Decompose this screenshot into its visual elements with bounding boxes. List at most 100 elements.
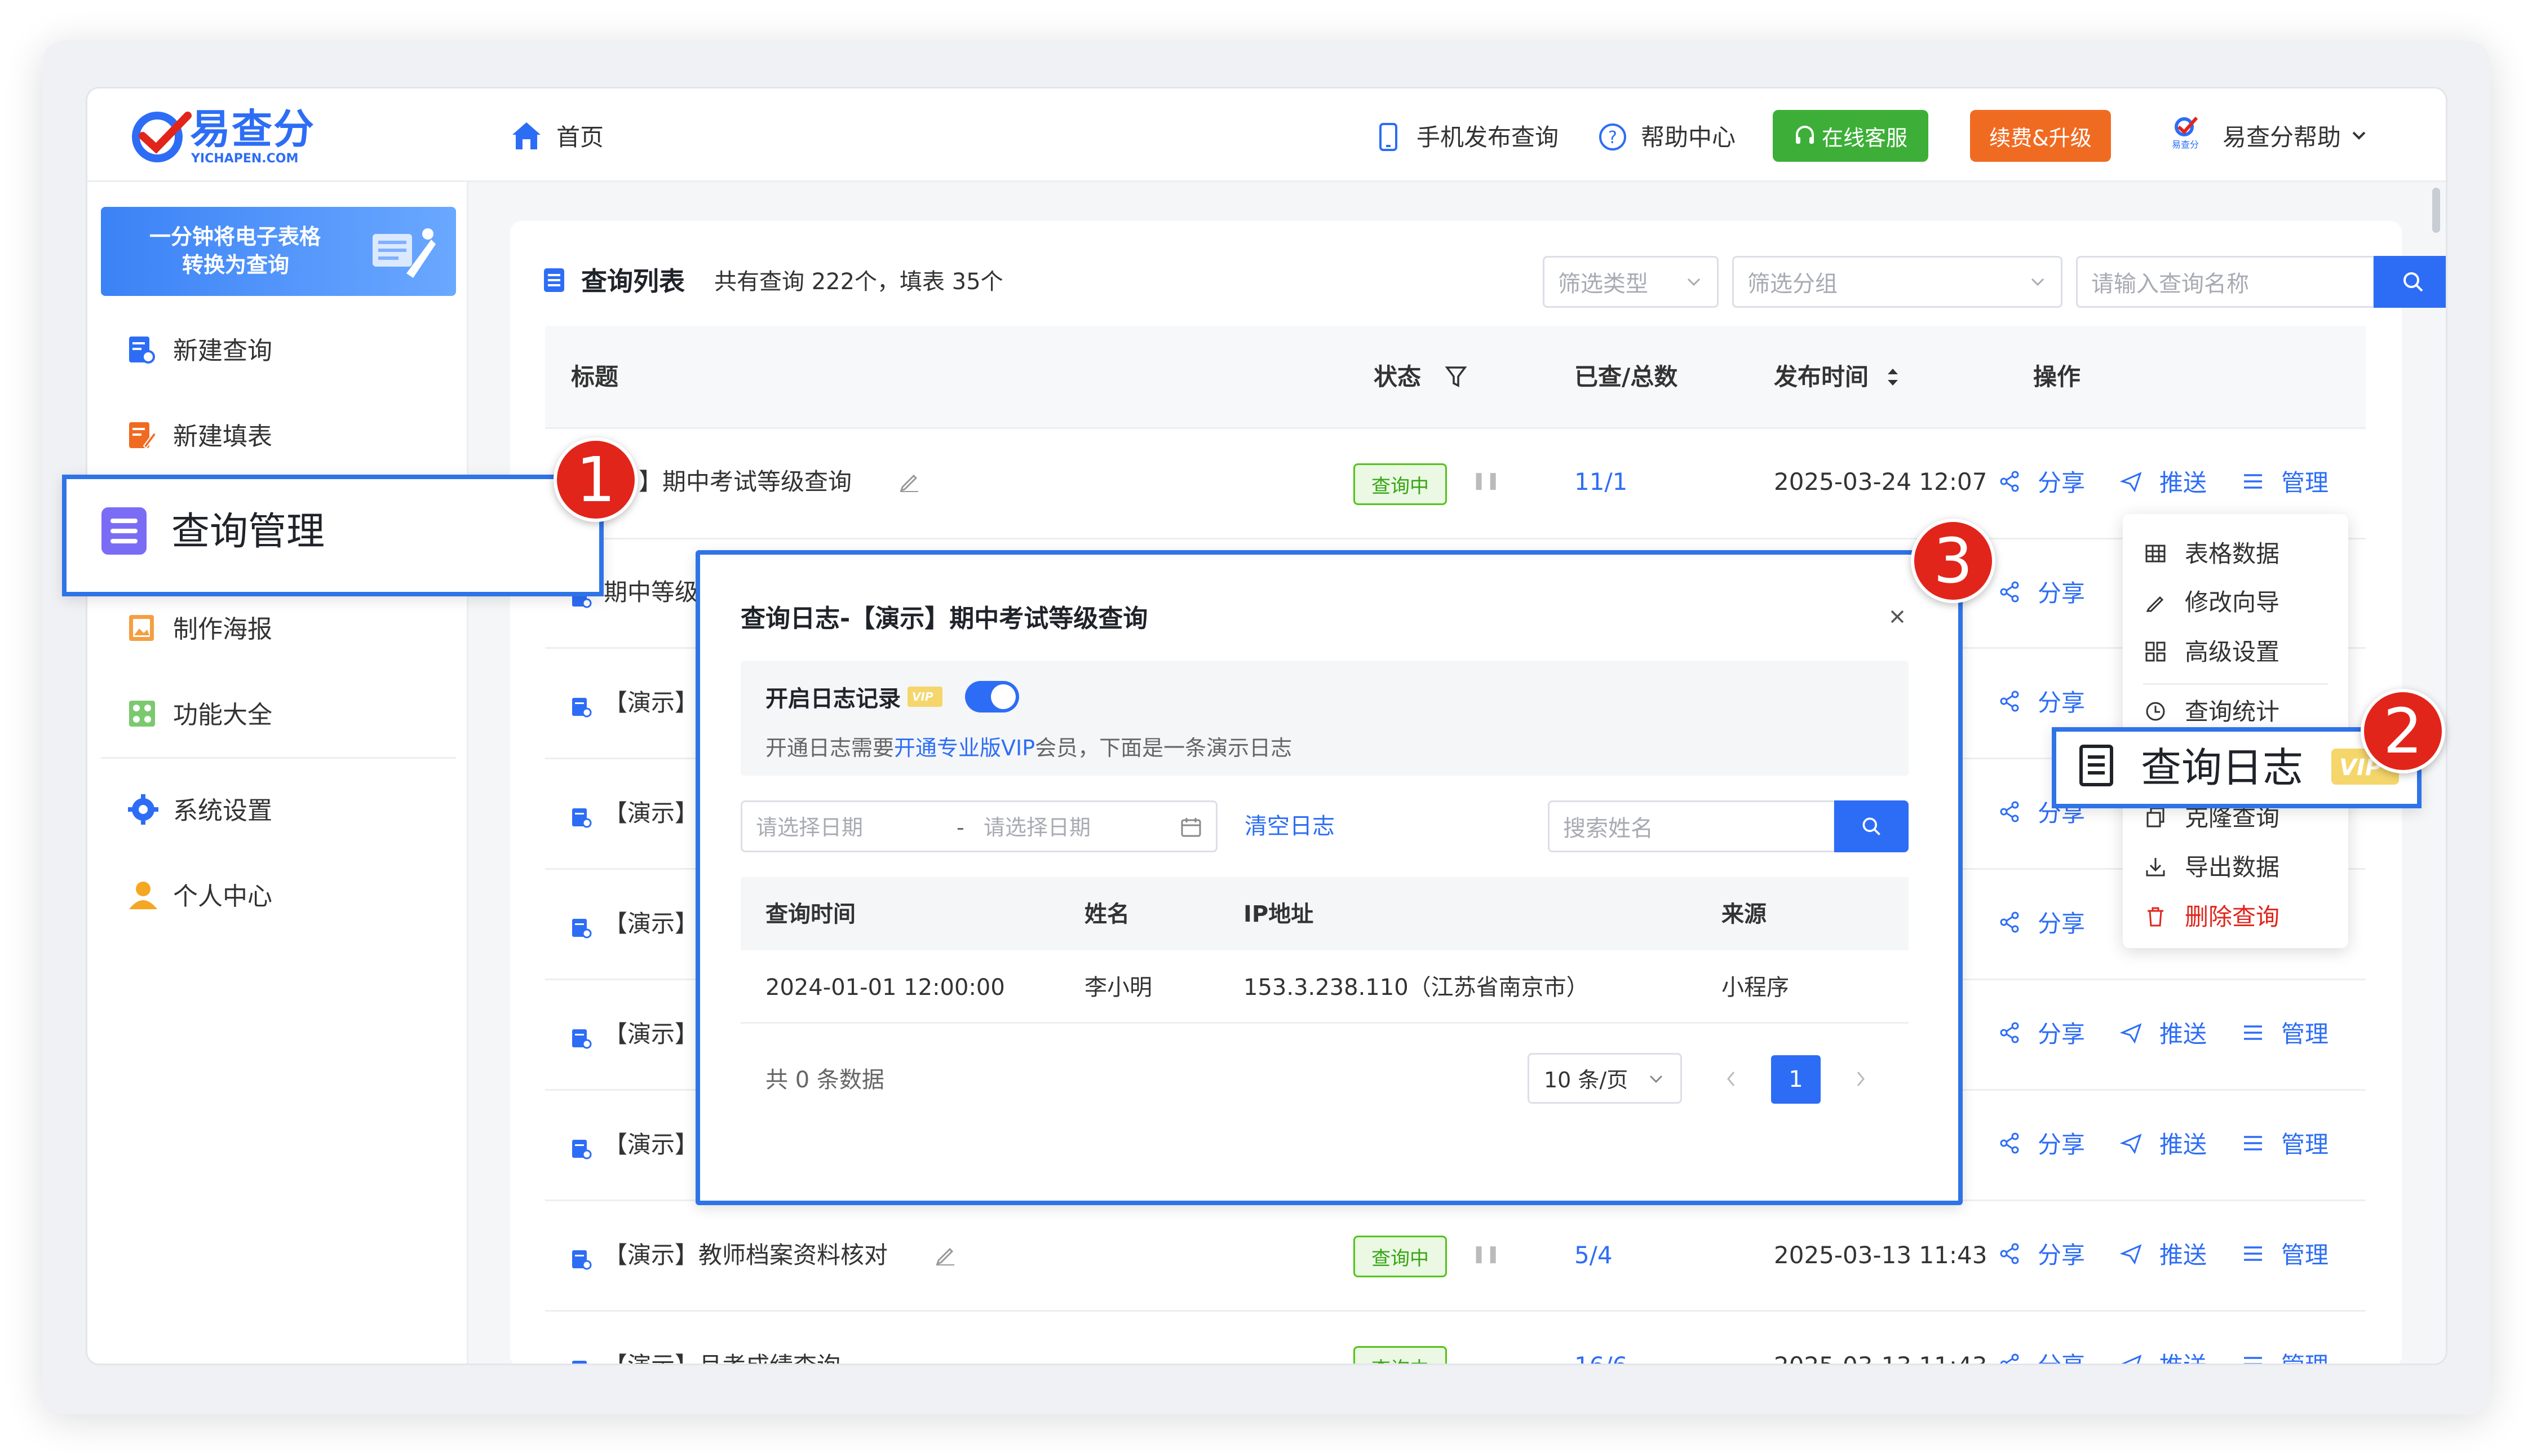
row-count[interactable]: 11/1 — [1574, 470, 1627, 494]
download-icon — [2146, 858, 2165, 877]
scrollbar-thumb[interactable] — [2432, 188, 2440, 233]
share-link[interactable]: 分享 — [1998, 687, 2111, 718]
clear-log-link[interactable]: 清空日志 — [1245, 815, 1335, 838]
menu-item-label: 修改向导 — [2185, 588, 2280, 616]
sort-icon[interactable] — [1884, 364, 1901, 390]
row-title[interactable]: 【演示】教师档案资料核对 — [604, 1243, 888, 1267]
share-link[interactable]: 分享 — [1998, 1239, 2111, 1271]
page-button-current[interactable]: 1 — [1771, 1055, 1821, 1104]
menu-item-table-data[interactable]: 表格数据 — [2123, 529, 2348, 577]
sidebar-item-label: 新建查询 — [173, 337, 272, 365]
mobile-publish-label: 手机发布查询 — [1416, 123, 1559, 151]
share-icon — [1998, 1021, 2021, 1044]
share-icon — [1998, 470, 2021, 493]
menu-item-label: 查询日志 — [2141, 744, 2304, 791]
enable-log-toggle[interactable] — [965, 681, 1019, 712]
menu-item-export-data[interactable]: 导出数据 — [2123, 842, 2348, 891]
push-link[interactable]: 推送 — [2119, 1239, 2233, 1271]
sidebar-item-query-manage[interactable]: 查询管理 — [62, 475, 604, 596]
edit-icon[interactable] — [898, 470, 920, 493]
share-link[interactable]: 分享 — [1998, 467, 2111, 498]
menu-lines-icon — [2242, 1132, 2264, 1154]
query-doc-icon — [572, 1029, 592, 1049]
callout-badge-3: 3 — [1911, 519, 1995, 603]
log-time: 2024-01-01 12:00:00 — [765, 975, 1005, 1001]
name-search-input[interactable]: 搜索姓名 — [1548, 800, 1835, 852]
page-size-select[interactable]: 10 条/页 — [1528, 1053, 1682, 1104]
row-title[interactable]: 【演示】 — [604, 802, 698, 825]
row-title[interactable]: 期中等级 — [604, 581, 698, 604]
svg-text:?: ? — [1608, 128, 1617, 148]
manage-link[interactable]: 管理 — [2242, 467, 2354, 498]
send-icon — [2120, 1353, 2143, 1364]
grid-small-icon — [2145, 641, 2166, 662]
manage-link[interactable]: 管理 — [2242, 1018, 2354, 1050]
chevron-right-icon[interactable] — [1852, 1069, 1869, 1089]
menu-item-delete-query[interactable]: 删除查询 — [2123, 892, 2348, 940]
menu-item-edit-wizard[interactable]: 修改向导 — [2123, 577, 2348, 626]
row-title[interactable]: 【演示】月考成绩查询 — [604, 1354, 840, 1364]
push-link-label: 推送 — [2159, 1241, 2207, 1269]
name-search-button[interactable] — [1834, 800, 1909, 852]
push-link[interactable]: 推送 — [2120, 1349, 2233, 1364]
log-col-source: 来源 — [1721, 901, 1767, 927]
edit-icon[interactable] — [934, 1243, 957, 1266]
sidebar-item-features[interactable]: 功能大全 — [127, 692, 442, 737]
row-title[interactable]: 【演示】 — [604, 1133, 698, 1157]
share-link[interactable]: 分享 — [1998, 1018, 2111, 1050]
manage-link[interactable]: 管理 — [2242, 1349, 2354, 1364]
nav-mobile-publish[interactable]: 手机发布查询 — [1378, 117, 1564, 156]
close-icon[interactable] — [1887, 607, 1907, 627]
filter-type-select[interactable]: 筛选类型 — [1543, 256, 1719, 308]
push-link[interactable]: 推送 — [2119, 1018, 2233, 1050]
search-icon — [1862, 817, 1880, 835]
manage-link[interactable]: 管理 — [2242, 1239, 2354, 1271]
row-title[interactable]: 【演示】 — [604, 1023, 698, 1046]
chevron-left-icon[interactable] — [1723, 1069, 1739, 1089]
share-link[interactable]: 分享 — [1998, 908, 2111, 939]
manage-link-label: 管理 — [2281, 1354, 2329, 1364]
col-status[interactable]: 状态 — [1374, 365, 1421, 389]
manage-link[interactable]: 管理 — [2242, 1128, 2354, 1160]
user-menu[interactable]: 易查分 易查分帮助 — [2167, 111, 2393, 162]
logo-subtext: YICHAPEN.COM — [191, 152, 299, 166]
upgrade-vip-link[interactable]: 开通专业版VIP — [894, 736, 1035, 760]
renew-upgrade-button[interactable]: 续费&升级 — [1970, 110, 2111, 162]
sidebar-item-new-form[interactable]: 新建填表 — [127, 413, 442, 458]
callout-number: 3 — [1933, 525, 1973, 597]
push-link[interactable]: 推送 — [2119, 1128, 2233, 1160]
row-count[interactable]: 5/4 — [1574, 1243, 1613, 1267]
row-count[interactable]: 16/6 — [1574, 1354, 1627, 1364]
avatar-label: 易查分 — [2172, 139, 2199, 150]
query-doc-icon — [572, 1250, 592, 1270]
sidebar-item-new-query[interactable]: 新建查询 — [127, 328, 442, 373]
pause-icon[interactable]: ❚❚ — [1472, 1246, 1500, 1263]
brand-logo[interactable]: 易查分 YICHAPEN.COM — [131, 105, 317, 167]
sidebar-banner[interactable]: 一分钟将电子表格 转换为查询 — [101, 207, 456, 296]
query-doc-icon — [572, 1140, 592, 1160]
sidebar-item-poster[interactable]: 制作海报 — [127, 606, 442, 651]
menu-item-advanced-settings[interactable]: 高级设置 — [2123, 627, 2348, 675]
sidebar-item-settings[interactable]: 系统设置 — [127, 787, 442, 833]
pencil-icon — [2146, 596, 2164, 612]
page-size-label: 10 条/页 — [1544, 1068, 1628, 1092]
online-service-button[interactable]: 在线客服 — [1773, 110, 1928, 162]
row-title[interactable]: 【演示】 — [604, 691, 698, 715]
nav-help-center[interactable]: ? 帮助中心 — [1598, 117, 1750, 156]
menu-lines-icon — [2242, 1242, 2264, 1265]
push-link[interactable]: 推送 — [2119, 467, 2233, 498]
user-icon — [129, 882, 157, 909]
pause-icon[interactable]: ❚❚ — [1472, 472, 1500, 489]
share-icon — [1998, 800, 2021, 823]
nav-home-label: 首页 — [556, 123, 604, 151]
share-link[interactable]: 分享 — [1998, 1128, 2111, 1160]
nav-home[interactable]: 首页 — [510, 117, 623, 156]
share-link[interactable]: 分享 — [1998, 1349, 2111, 1364]
sidebar-item-profile[interactable]: 个人中心 — [127, 873, 442, 918]
row-title[interactable]: 【演示】 — [604, 912, 698, 936]
new-form-icon — [129, 422, 157, 449]
filter-icon[interactable] — [1445, 365, 1467, 389]
col-publish-time[interactable]: 发布时间 — [1774, 365, 1869, 389]
share-link[interactable]: 分享 — [1998, 577, 2111, 609]
date-range-picker[interactable]: 请选择日期 - 请选择日期 — [741, 800, 1218, 852]
